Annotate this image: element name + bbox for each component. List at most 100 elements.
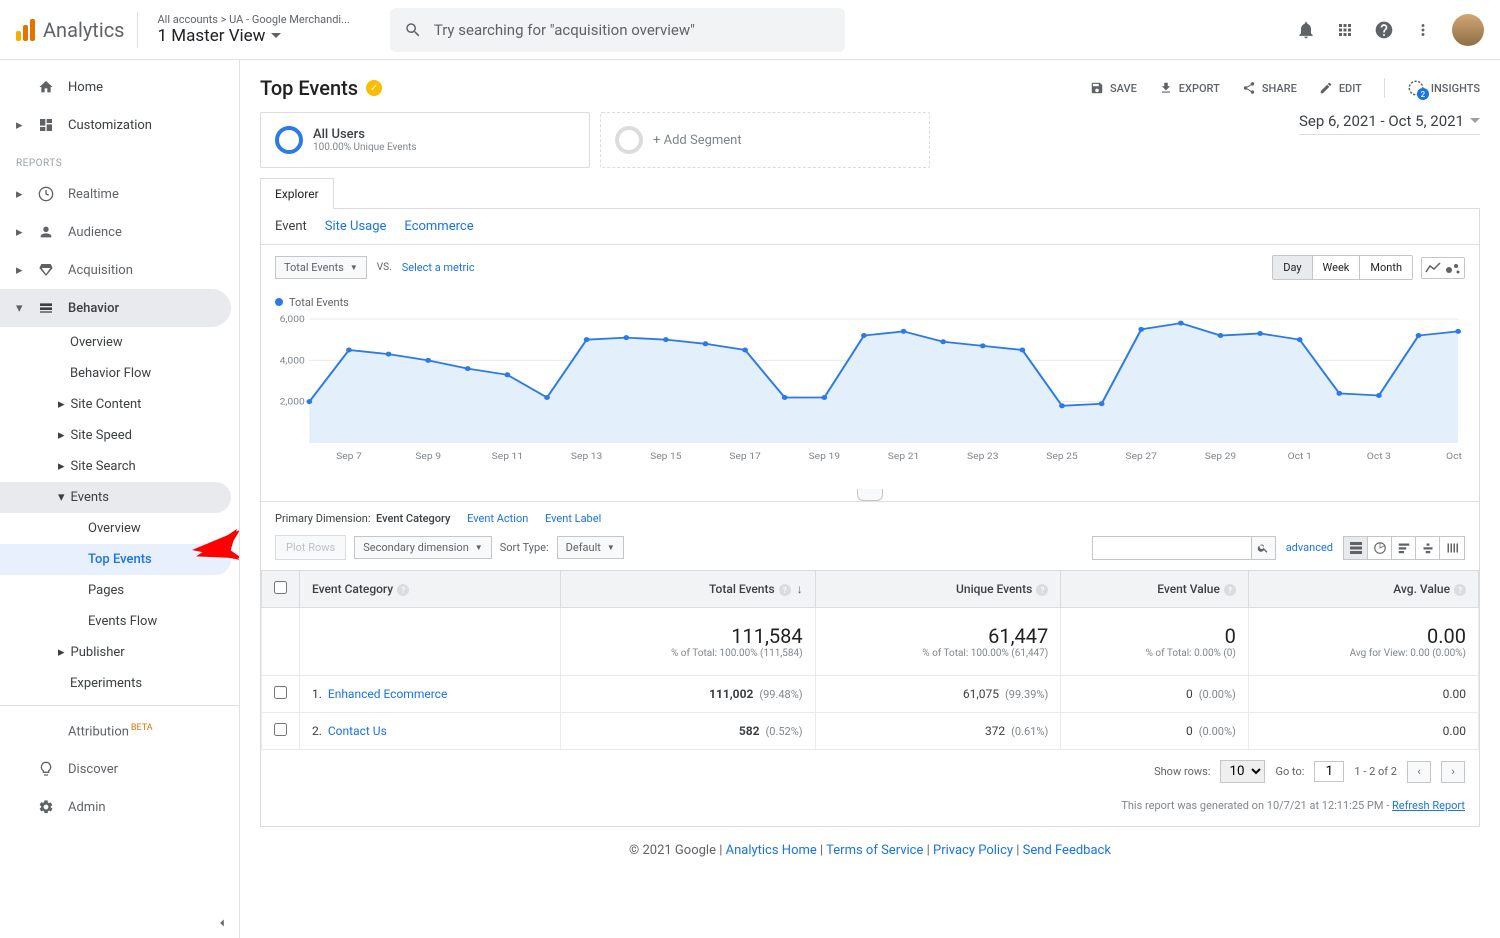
rows-select[interactable]: 10 <box>1220 760 1265 783</box>
tab-explorer[interactable]: Explorer <box>260 178 334 209</box>
annotation-arrow-icon <box>190 528 240 568</box>
table-search-button[interactable] <box>1252 536 1276 560</box>
nav-behavior[interactable]: ▾ Behavior <box>0 289 231 327</box>
svg-text:2,000: 2,000 <box>280 397 305 407</box>
next-page-button[interactable]: › <box>1441 761 1465 783</box>
motion-chart-icon[interactable] <box>1445 261 1461 275</box>
svg-text:Sep 21: Sep 21 <box>888 452 919 462</box>
analytics-logo[interactable]: Analytics <box>16 18 125 42</box>
account-name: 1 Master View <box>158 26 350 46</box>
segment-circle-icon <box>615 126 643 154</box>
nav-discover[interactable]: Discover <box>0 750 239 788</box>
svg-text:6,000: 6,000 <box>280 315 305 325</box>
segment-all-users[interactable]: All Users 100.00% Unique Events <box>260 112 590 168</box>
content: Top Events ✓ SAVE EXPORT SHARE EDIT 2 IN… <box>240 60 1500 938</box>
notifications-icon[interactable] <box>1296 20 1316 40</box>
goto-input[interactable] <box>1314 761 1344 782</box>
apps-icon[interactable] <box>1336 21 1354 39</box>
select-all-checkbox[interactable] <box>274 581 287 594</box>
nav-attribution[interactable]: AttributionBETA <box>0 712 239 750</box>
table-search-input[interactable] <box>1092 536 1252 560</box>
advanced-link[interactable]: advanced <box>1286 541 1333 554</box>
row-link[interactable]: Enhanced Ecommerce <box>328 687 447 701</box>
edit-icon <box>1319 81 1333 95</box>
svg-text:Sep 17: Sep 17 <box>729 452 760 462</box>
footer-analytics-home[interactable]: Analytics Home <box>726 843 817 858</box>
line-chart[interactable]: 2,0004,0006,000Sep 7Sep 9Sep 11Sep 13Sep… <box>275 313 1465 463</box>
svg-text:Sep 23: Sep 23 <box>967 452 998 462</box>
sub-experiments[interactable]: Experiments <box>0 668 239 699</box>
line-chart-icon[interactable] <box>1425 261 1441 275</box>
subtab-ecommerce[interactable]: Ecommerce <box>404 219 473 234</box>
data-table: Event Category? Total Events? ↓ Unique E… <box>261 570 1479 750</box>
nav-acquisition[interactable]: ▸ Acquisition <box>0 251 239 289</box>
primary-dimension[interactable]: Event Category <box>376 512 450 525</box>
account-selector[interactable]: All accounts > UA - Google Merchandi... … <box>150 13 358 46</box>
date-range-selector[interactable]: Sep 6, 2021 - Oct 5, 2021 <box>1299 112 1480 135</box>
footer-feedback[interactable]: Send Feedback <box>1023 843 1111 858</box>
nav-customization[interactable]: ▸ Customization <box>0 106 239 144</box>
prev-page-button[interactable]: ‹ <box>1407 761 1431 783</box>
row-checkbox[interactable] <box>274 723 287 736</box>
sub-site-content[interactable]: ▸Site Content <box>0 389 239 420</box>
sub-events-flow[interactable]: Events Flow <box>0 606 239 637</box>
nav-home[interactable]: Home <box>0 68 239 106</box>
insights-button[interactable]: 2 INSIGHTS <box>1407 79 1480 97</box>
sub-publisher[interactable]: ▸Publisher <box>0 637 239 668</box>
export-button[interactable]: EXPORT <box>1159 81 1220 95</box>
view-pivot-icon[interactable] <box>1440 537 1464 559</box>
add-segment-button[interactable]: + Add Segment <box>600 112 930 168</box>
view-pie-icon[interactable] <box>1368 537 1392 559</box>
refresh-report-link[interactable]: Refresh Report <box>1392 799 1465 812</box>
analytics-logo-icon <box>16 19 35 41</box>
collapse-sidebar-icon[interactable] <box>215 916 229 930</box>
row-link[interactable]: Contact Us <box>328 724 387 738</box>
sort-type-selector[interactable]: Default▼ <box>557 536 624 559</box>
more-vert-icon[interactable] <box>1414 21 1432 39</box>
sub-overview[interactable]: Overview <box>0 327 239 358</box>
search-placeholder: Try searching for "acquisition overview" <box>434 21 695 39</box>
dim-event-label[interactable]: Event Label <box>545 512 601 525</box>
share-button[interactable]: SHARE <box>1242 81 1297 95</box>
time-day[interactable]: Day <box>1273 256 1312 279</box>
footer-privacy[interactable]: Privacy Policy <box>933 843 1013 858</box>
subtab-event[interactable]: Event <box>275 219 307 234</box>
sub-behavior-flow[interactable]: Behavior Flow <box>0 358 239 389</box>
nav-audience[interactable]: ▸ Audience <box>0 213 239 251</box>
sub-site-search[interactable]: ▸Site Search <box>0 451 239 482</box>
row-checkbox[interactable] <box>274 686 287 699</box>
view-comparison-icon[interactable] <box>1416 537 1440 559</box>
dim-event-action[interactable]: Event Action <box>467 512 528 525</box>
svg-text:Sep 15: Sep 15 <box>650 452 682 462</box>
svg-text:Sep 27: Sep 27 <box>1125 452 1156 462</box>
metric-selector[interactable]: Total Events▼ <box>275 256 367 279</box>
footer-tos[interactable]: Terms of Service <box>826 843 923 858</box>
sub-events-pages[interactable]: Pages <box>0 575 239 606</box>
nav-admin[interactable]: Admin <box>0 788 239 826</box>
time-granularity-toggle: Day Week Month <box>1272 255 1413 280</box>
edit-button[interactable]: EDIT <box>1319 81 1362 95</box>
time-month[interactable]: Month <box>1360 256 1412 279</box>
time-week[interactable]: Week <box>1313 256 1361 279</box>
gear-icon <box>38 799 54 815</box>
search-box[interactable]: Try searching for "acquisition overview" <box>390 8 845 52</box>
person-icon <box>38 224 54 240</box>
subtab-site-usage[interactable]: Site Usage <box>325 219 387 234</box>
chart-type-toggle <box>1421 257 1465 279</box>
select-metric-link[interactable]: Select a metric <box>402 261 475 274</box>
sub-site-speed[interactable]: ▸Site Speed <box>0 420 239 451</box>
avatar[interactable] <box>1452 14 1484 46</box>
secondary-dimension-selector[interactable]: Secondary dimension▼ <box>354 536 491 559</box>
nav-realtime[interactable]: ▸ Realtime <box>0 175 239 213</box>
save-button[interactable]: SAVE <box>1090 81 1137 95</box>
table-row[interactable]: 1. Enhanced Ecommerce 111,002(99.48%) 61… <box>262 676 1479 713</box>
chevron-down-icon <box>271 33 281 39</box>
table-search <box>1092 536 1276 560</box>
view-bar-icon[interactable] <box>1392 537 1416 559</box>
view-table-icon[interactable] <box>1344 537 1368 559</box>
table-row[interactable]: 2. Contact Us 582(0.52%) 372(0.61%) 0(0.… <box>262 713 1479 750</box>
svg-text:Sep 7: Sep 7 <box>336 452 362 462</box>
table-view-toggle <box>1343 536 1465 560</box>
sub-events[interactable]: ▾Events <box>0 482 231 513</box>
help-icon[interactable] <box>1374 20 1394 40</box>
